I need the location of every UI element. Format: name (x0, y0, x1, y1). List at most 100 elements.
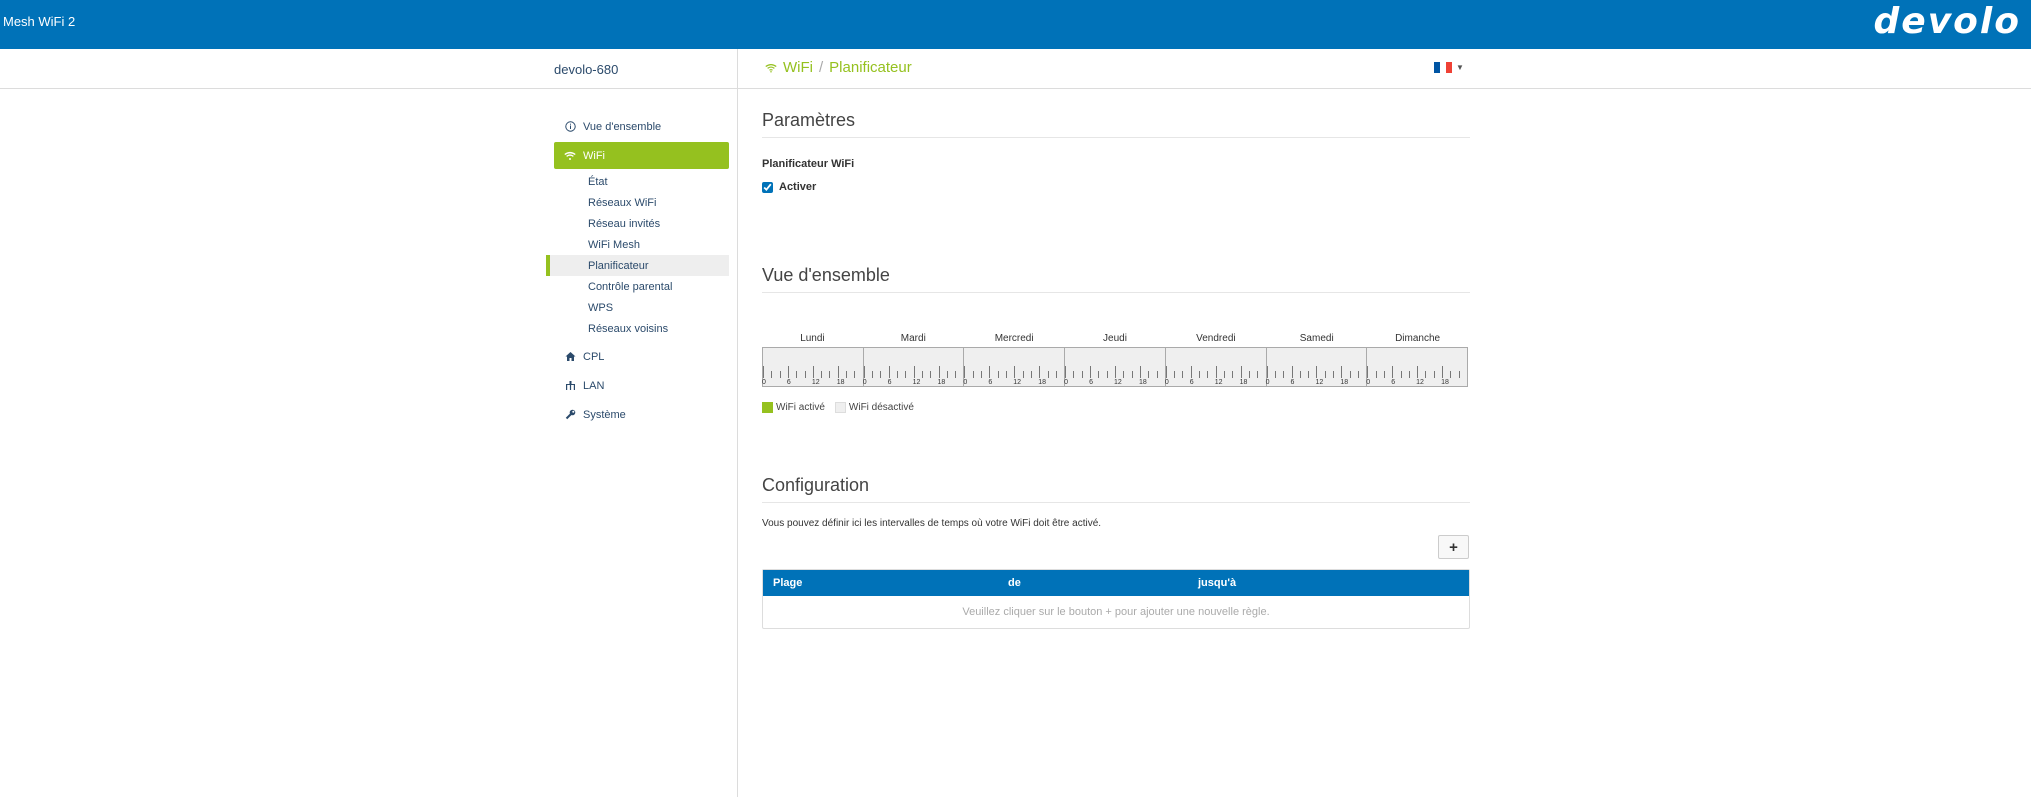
sidebar-subitem-wps[interactable]: WPS (554, 297, 729, 318)
sidebar-subitem-planificateur[interactable]: Planificateur (546, 255, 729, 276)
legend-swatch-on (762, 402, 773, 413)
devolo-logo[interactable]: devolo (1874, 2, 2021, 42)
timeline-day[interactable]: 0 6 12 18 (1064, 348, 1166, 387)
timeline-day[interactable]: 0 6 12 18 (1266, 348, 1368, 387)
timeline-day[interactable]: 0 6 12 18 (862, 348, 965, 386)
hour-tick (1367, 366, 1369, 378)
day-label: Lundi (800, 333, 825, 344)
hour-tick (972, 371, 974, 378)
hour-tick-label: 0 (862, 379, 867, 386)
day-label: Samedi (1299, 333, 1334, 344)
sidebar-item-label: Vue d'ensemble (583, 120, 662, 133)
hour-tick-label: 12 (1114, 379, 1122, 386)
hour-tick-label: 18 (1038, 379, 1047, 386)
timeline-day[interactable]: 0 6 12 18 (963, 348, 1066, 386)
hour-tick (997, 371, 999, 378)
hour-tick (1274, 371, 1276, 378)
hour-tick (854, 371, 856, 378)
config-description: Vous pouvez définir ici les intervalles … (762, 518, 1102, 530)
hour-tick (905, 371, 907, 378)
hour-tick (1232, 371, 1234, 378)
hour-tick (804, 371, 806, 378)
hour-tick-labels: 0 6 12 18 (1266, 379, 1367, 387)
hour-tick-label: 0 (1366, 379, 1371, 386)
hour-ticks (763, 366, 863, 378)
hour-tick (1433, 371, 1435, 378)
hour-tick (1123, 371, 1125, 378)
hour-tick (1174, 371, 1176, 378)
top-bar: Mesh WiFi 2 devolo (0, 0, 2031, 49)
hour-ticks (964, 366, 1064, 378)
hour-tick-label: 18 (1441, 379, 1449, 386)
hour-tick-label: 6 (988, 379, 993, 386)
hour-tick (1316, 366, 1318, 378)
sidebar-item-systeme[interactable]: Système (554, 401, 729, 428)
hour-tick-label: 6 (1089, 379, 1093, 386)
hour-tick (1291, 366, 1293, 378)
column-header-jusqua: jusqu'à (1198, 577, 1237, 590)
hour-tick (771, 371, 773, 378)
vertical-divider (737, 49, 738, 797)
language-selector[interactable]: ▼ (1434, 62, 1464, 73)
hour-tick (1098, 371, 1100, 378)
activate-label[interactable]: Activer (779, 181, 816, 193)
legend-off-label: WiFi désactivé (848, 402, 914, 414)
sidebar-subitem-wifi-mesh[interactable]: WiFi Mesh (554, 234, 729, 255)
activate-row: Activer (762, 181, 1470, 193)
hour-tick (1207, 371, 1209, 378)
hour-tick (787, 366, 789, 378)
day-label: Vendredi (1196, 333, 1236, 344)
hour-tick (1055, 371, 1057, 378)
network-icon (564, 380, 576, 392)
hour-ticks (1266, 366, 1367, 378)
hour-ticks (863, 366, 964, 378)
sidebar-subitem-reseaux-voisins[interactable]: Réseaux voisins (554, 318, 729, 339)
device-name: devolo-680 (554, 62, 619, 77)
section-title-overview: Vue d'ensemble (762, 265, 1470, 293)
weekly-timeline[interactable]: 0 6 12 18 0 6 12 18 0 6 12 18 0 6 12 18 0 6 12 18 0 6 12 18 0 6 12… (762, 347, 1468, 387)
hour-tick (1182, 371, 1184, 378)
hour-tick (1199, 371, 1201, 378)
sub-header: devolo-680 WiFi / Planificateur ▼ (0, 49, 2031, 89)
day-label: Dimanche (1395, 333, 1441, 344)
breadcrumb-parent[interactable]: WiFi (783, 59, 813, 76)
hour-tick (1090, 366, 1092, 378)
hour-tick (1165, 366, 1167, 378)
hour-tick (1131, 371, 1133, 378)
sidebar-subitem-controle-parental[interactable]: Contrôle parental (554, 276, 729, 297)
hour-tick-label: 18 (836, 379, 845, 386)
hour-tick-label: 6 (1189, 379, 1194, 386)
hour-tick (1341, 366, 1343, 378)
breadcrumb-separator: / (819, 59, 824, 76)
timeline-day[interactable]: 0 6 12 18 (1366, 348, 1468, 386)
activate-checkbox[interactable] (762, 181, 773, 193)
hour-tick (829, 371, 831, 378)
hour-tick (1248, 371, 1250, 378)
hour-tick-labels: 0 6 12 18 (1064, 379, 1165, 387)
hour-tick (938, 366, 940, 378)
sidebar-item-overview[interactable]: Vue d'ensemble (554, 113, 729, 140)
hour-tick (1425, 371, 1427, 378)
hour-tick-label: 6 (1290, 379, 1295, 386)
sidebar-item-wifi[interactable]: WiFi (554, 142, 729, 169)
hour-tick (1333, 371, 1335, 378)
sidebar-subitem-etat[interactable]: État (554, 171, 729, 192)
timeline-day[interactable]: 0 6 12 18 (761, 348, 864, 386)
timeline-day[interactable]: 0 6 12 18 (1164, 348, 1267, 386)
hour-tick (1375, 371, 1377, 378)
hour-tick (888, 366, 890, 378)
hour-tick (1450, 371, 1452, 378)
sidebar-subitem-reseaux-wifi[interactable]: Réseaux WiFi (554, 192, 729, 213)
france-flag-icon (1434, 62, 1452, 73)
hour-tick-label: 0 (761, 379, 766, 386)
add-rule-button[interactable]: + (1438, 535, 1469, 560)
hour-tick-label: 0 (1164, 379, 1169, 386)
sidebar-item-lan[interactable]: LAN (554, 372, 729, 399)
sidebar-subitem-reseau-invites[interactable]: Réseau invités (554, 213, 729, 234)
hour-tick (1400, 371, 1402, 378)
sidebar-item-cpl[interactable]: CPL (554, 343, 729, 370)
rules-table: Plage de jusqu'à Veuillez cliquer sur le… (762, 569, 1470, 630)
hour-tick (1324, 371, 1326, 378)
hour-tick-label: 12 (1214, 379, 1223, 386)
hour-tick (812, 366, 814, 378)
